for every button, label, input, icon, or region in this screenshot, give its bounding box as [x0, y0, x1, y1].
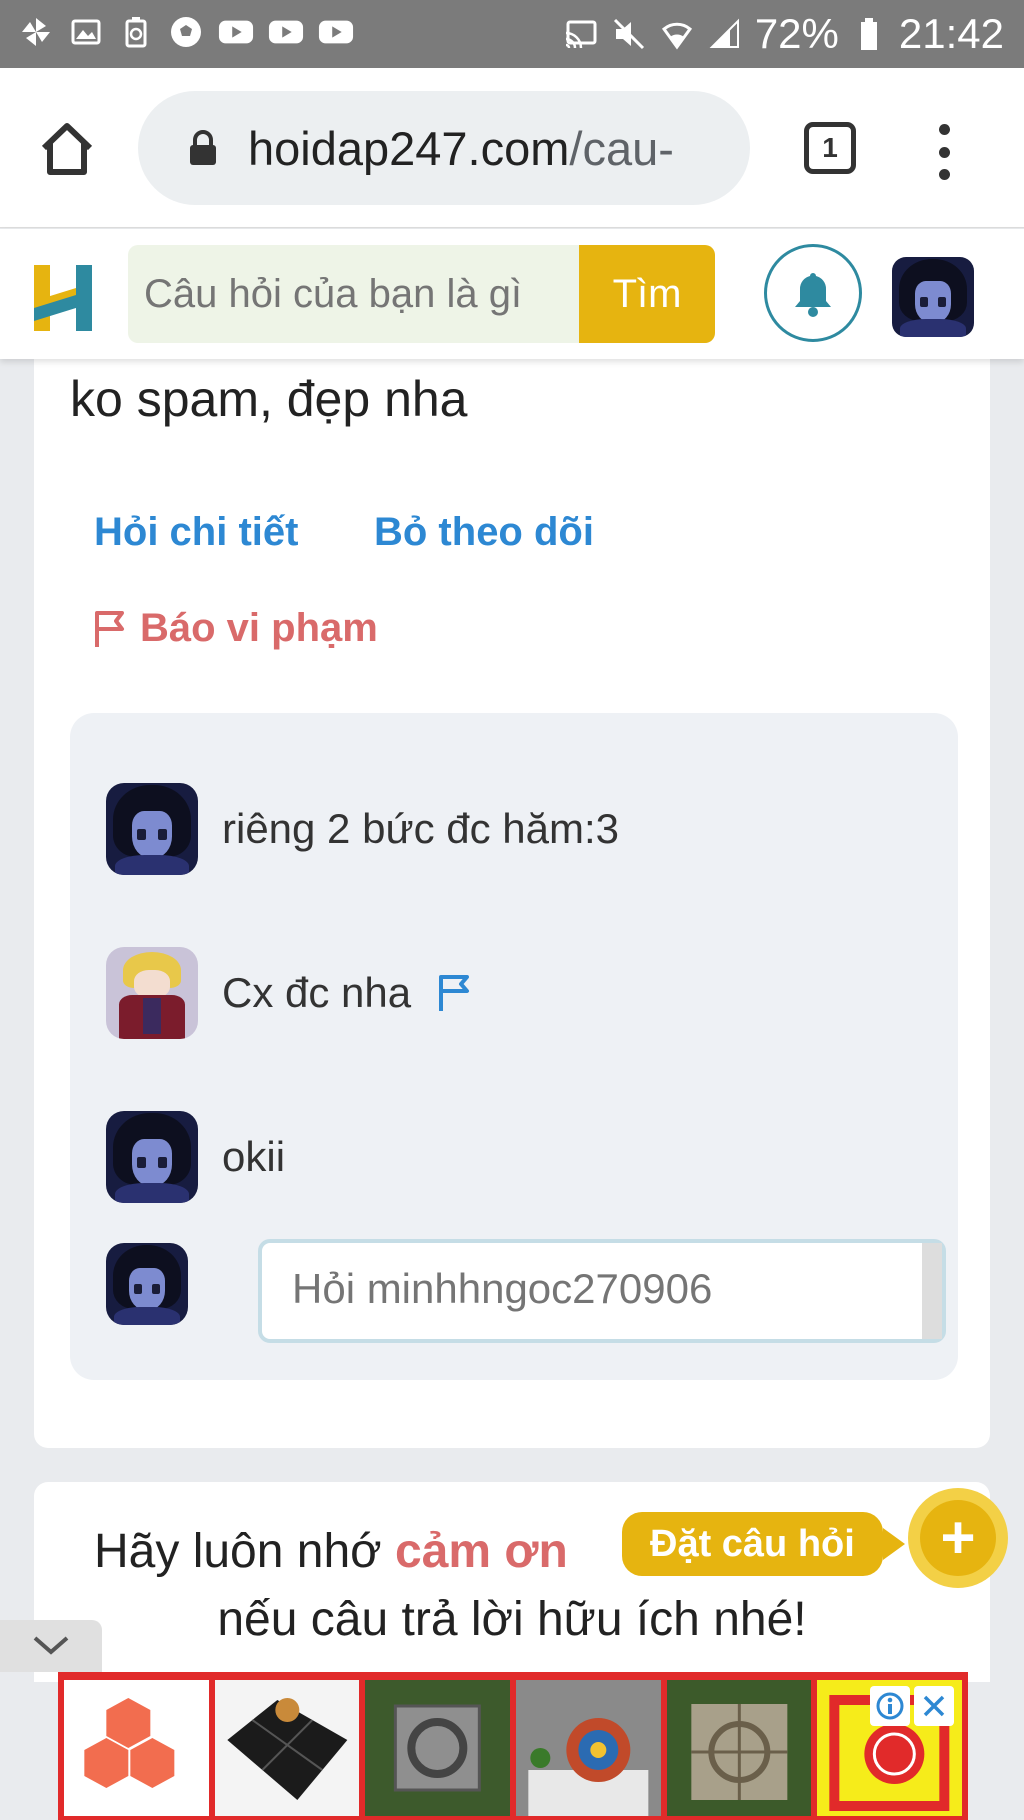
- home-icon: [41, 123, 93, 175]
- question-text: ko spam, đẹp nha: [70, 371, 468, 427]
- url-path: /cau-: [569, 121, 674, 175]
- report-label: Báo vi phạm: [140, 606, 378, 650]
- report-flag-icon[interactable]: [435, 973, 475, 1013]
- commenter-avatar[interactable]: [106, 947, 198, 1039]
- ad-controls: [870, 1686, 955, 1726]
- reminder-line1: Hãy luôn nhớ cảm ơn: [94, 1524, 568, 1579]
- ad-product-image[interactable]: [516, 1680, 661, 1816]
- comment-item: riêng 2 bức đc hăm:3: [106, 783, 619, 875]
- ad-banner[interactable]: [58, 1672, 968, 1820]
- url-host: hoidap247.com: [248, 121, 570, 175]
- commenter-avatar[interactable]: [106, 783, 198, 875]
- reminder-highlight: cảm ơn: [394, 1525, 568, 1578]
- ad-brand-logo[interactable]: [817, 1680, 963, 1816]
- comment-text: Cx đc nha: [222, 969, 412, 1016]
- pinwheel-icon: [18, 14, 54, 50]
- question-card: ko spam, đẹp nha Hỏi chi tiết Bỏ theo dõ…: [34, 300, 990, 1448]
- youtube-icon: [318, 14, 354, 50]
- ad-close-icon[interactable]: [914, 1686, 955, 1726]
- url-text: hoidap247.com/cau-: [248, 121, 674, 176]
- comment-item: Cx đc nha: [106, 947, 475, 1039]
- commenter-avatar[interactable]: [106, 1111, 198, 1203]
- comment-item: okii: [106, 1111, 285, 1203]
- plus-icon: +: [920, 1500, 996, 1576]
- browser-toolbar: hoidap247.com/cau- 1: [0, 68, 1024, 228]
- ad-product-image[interactable]: [214, 1680, 360, 1816]
- browser-menu-button[interactable]: [930, 124, 958, 180]
- ask-detail-link[interactable]: Hỏi chi tiết: [94, 510, 298, 555]
- battery-recycle-icon: [118, 14, 154, 50]
- clock: 21:42: [898, 10, 1004, 57]
- comment-text: okii: [222, 1133, 286, 1180]
- unfollow-link[interactable]: Bỏ theo dõi: [374, 510, 594, 555]
- ad-product-image[interactable]: [64, 1680, 209, 1816]
- tab-switcher-button[interactable]: 1: [804, 122, 856, 174]
- hoidap247-logo[interactable]: [32, 261, 96, 333]
- mute-icon: [611, 16, 647, 52]
- lock-icon: [190, 130, 216, 165]
- battery-percent: 72%: [754, 10, 839, 57]
- ad-info-icon[interactable]: [870, 1686, 911, 1726]
- flag-icon: [95, 610, 124, 647]
- collapse-ad-button[interactable]: [0, 1620, 102, 1672]
- ad-product-image[interactable]: [666, 1680, 812, 1816]
- signal-icon: [707, 16, 743, 52]
- comment-text: riêng 2 bức đc hăm:3: [222, 805, 619, 852]
- ad-product-image[interactable]: [365, 1680, 511, 1816]
- site-header: Tìm: [0, 229, 1024, 359]
- search-button[interactable]: Tìm: [579, 245, 715, 343]
- current-user-avatar: [106, 1243, 188, 1325]
- status-bar: 72% 21:42: [0, 0, 1024, 68]
- notifications-button[interactable]: [764, 244, 862, 342]
- reply-scrollbar[interactable]: [922, 1243, 942, 1339]
- address-bar[interactable]: hoidap247.com/cau-: [138, 91, 750, 205]
- report-button[interactable]: Báo vi phạm: [92, 606, 378, 651]
- reply-input[interactable]: [258, 1239, 946, 1343]
- wifi-icon: [659, 16, 695, 52]
- bell-icon: [795, 273, 831, 317]
- user-avatar[interactable]: [892, 257, 974, 337]
- comment-section: riêng 2 bức đc hăm:3 Cx đc nha okii: [70, 713, 958, 1380]
- search-input[interactable]: [128, 245, 580, 343]
- battery-icon: [851, 16, 887, 52]
- youtube-icon: [268, 14, 304, 50]
- ask-question-button[interactable]: +: [908, 1488, 1008, 1588]
- system-status: 72% 21:42: [563, 10, 1004, 58]
- ask-question-label[interactable]: Đặt câu hỏi: [622, 1512, 905, 1576]
- soccer-ball-icon: [168, 14, 204, 50]
- home-button[interactable]: [36, 118, 98, 180]
- reminder-prefix: Hãy luôn nhớ: [94, 1525, 395, 1578]
- image-icon: [68, 14, 104, 50]
- chevron-down-icon: [33, 1636, 69, 1655]
- youtube-icon: [218, 14, 254, 50]
- reminder-line2: nếu câu trả lời hữu ích nhé!: [217, 1593, 807, 1646]
- cast-icon: [563, 16, 599, 52]
- notification-icons: [18, 14, 354, 50]
